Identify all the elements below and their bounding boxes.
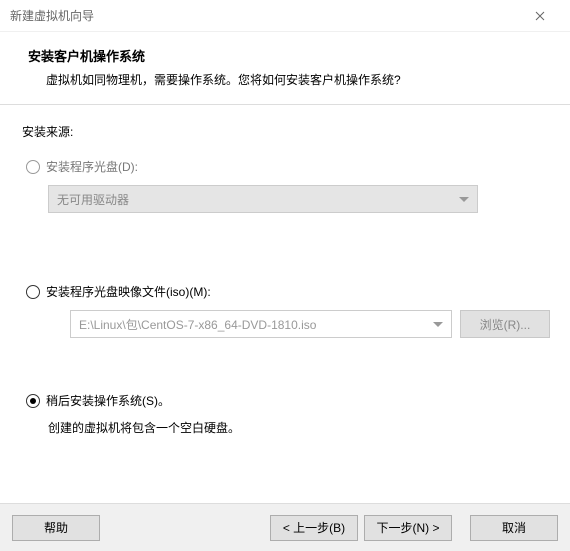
radio-disc-label: 安装程序光盘(D): — [46, 158, 138, 175]
page-title: 安装客户机操作系统 — [28, 46, 550, 65]
chevron-down-icon — [433, 317, 443, 331]
wizard-header: 安装客户机操作系统 虚拟机如同物理机，需要操作系统。您将如何安装客户机操作系统? — [0, 32, 570, 105]
wizard-footer: 帮助 < 上一步(B) 下一步(N) > 取消 — [0, 503, 570, 551]
back-button[interactable]: < 上一步(B) — [270, 515, 358, 541]
close-icon — [535, 11, 545, 21]
radio-iso-label: 安装程序光盘映像文件(iso)(M): — [46, 283, 211, 300]
install-source-label: 安装来源: — [22, 123, 550, 140]
iso-path-value: E:\Linux\包\CentOS-7-x86_64-DVD-1810.iso — [79, 316, 316, 333]
iso-path-dropdown[interactable]: E:\Linux\包\CentOS-7-x86_64-DVD-1810.iso — [70, 310, 452, 338]
radio-later[interactable]: 稍后安装操作系统(S)。 — [26, 392, 550, 409]
wizard-body: 安装来源: 安装程序光盘(D): 无可用驱动器 安装程序光盘映像文件(iso)(… — [0, 105, 570, 458]
disc-drive-dropdown[interactable]: 无可用驱动器 — [48, 185, 478, 213]
radio-later-label: 稍后安装操作系统(S)。 — [46, 392, 170, 409]
option-later-description: 创建的虚拟机将包含一个空白硬盘。 — [48, 419, 550, 436]
next-button[interactable]: 下一步(N) > — [364, 515, 452, 541]
chevron-down-icon — [459, 192, 469, 206]
close-button[interactable] — [520, 2, 560, 30]
radio-iso[interactable]: 安装程序光盘映像文件(iso)(M): — [26, 283, 550, 300]
window-title: 新建虚拟机向导 — [10, 7, 520, 24]
option-later: 稍后安装操作系统(S)。 创建的虚拟机将包含一个空白硬盘。 — [22, 392, 550, 436]
radio-icon — [26, 394, 40, 408]
radio-disc[interactable]: 安装程序光盘(D): — [26, 158, 550, 175]
browse-button[interactable]: 浏览(R)... — [460, 310, 550, 338]
titlebar: 新建虚拟机向导 — [0, 0, 570, 32]
help-button[interactable]: 帮助 — [12, 515, 100, 541]
option-iso: 安装程序光盘映像文件(iso)(M): E:\Linux\包\CentOS-7-… — [22, 283, 550, 338]
page-subtitle: 虚拟机如同物理机，需要操作系统。您将如何安装客户机操作系统? — [28, 71, 550, 88]
disc-drive-value: 无可用驱动器 — [57, 191, 129, 208]
option-disc: 安装程序光盘(D): 无可用驱动器 — [22, 158, 550, 213]
radio-icon — [26, 160, 40, 174]
radio-icon — [26, 285, 40, 299]
cancel-button[interactable]: 取消 — [470, 515, 558, 541]
